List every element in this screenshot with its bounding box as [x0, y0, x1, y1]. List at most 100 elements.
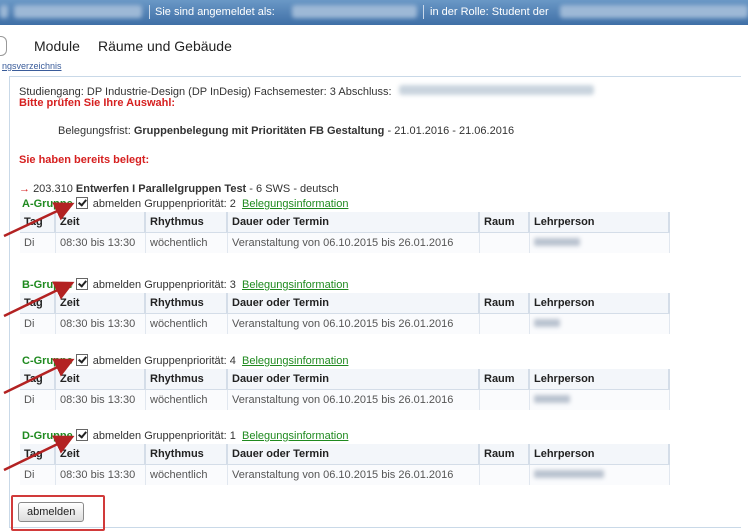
- cell-raum: [480, 233, 530, 253]
- course-line: → 203.310 Entwerfen I Parallelgruppen Te…: [19, 183, 339, 195]
- deadline-value: Gruppenbelegung mit Prioritäten FB Gesta…: [133, 125, 385, 137]
- col-header: Lehrperson: [530, 444, 670, 465]
- cell-dauer: Veranstaltung von 06.10.2015 bis 26.01.2…: [228, 390, 480, 410]
- col-header: Tag: [20, 212, 56, 233]
- col-header: Dauer oder Termin: [228, 444, 480, 465]
- group-name: D-Gruppe: [22, 430, 73, 442]
- main-navigation: Module Räume und Gebäude: [0, 33, 748, 56]
- cell-rhythmus: wöchentlich: [146, 314, 228, 334]
- table-row: Di 08:30 bis 13:30 wöchentlich Veranstal…: [20, 233, 670, 253]
- cell-zeit: 08:30 bis 13:30: [56, 233, 146, 253]
- col-header: Zeit: [56, 369, 146, 390]
- schedule-table: Tag Zeit Rhythmus Dauer oder Termin Raum…: [20, 444, 670, 485]
- table-header-row: Tag Zeit Rhythmus Dauer oder Termin Raum…: [20, 444, 670, 465]
- group-name: C-Gruppe: [22, 355, 73, 367]
- role-label: in der Rolle: Student der: [430, 6, 549, 18]
- booking-info-link[interactable]: Belegungsinformation: [242, 430, 348, 442]
- deadline-label: Belegungsfrist:: [58, 125, 131, 137]
- col-header: Tag: [20, 293, 56, 314]
- col-header: Zeit: [56, 293, 146, 314]
- booking-panel: Studiengang: DP Industrie-Design (DP InD…: [9, 76, 741, 531]
- arrow-right-icon: →: [19, 183, 30, 195]
- cell-raum: [480, 390, 530, 410]
- table-header-row: Tag Zeit Rhythmus Dauer oder Termin Raum…: [20, 212, 670, 233]
- group-priority: Gruppenpriorität: 1: [144, 430, 236, 442]
- tab-module[interactable]: Module: [34, 38, 80, 54]
- redacted-text: [0, 5, 8, 18]
- schedule-table: Tag Zeit Rhythmus Dauer oder Termin Raum…: [20, 293, 670, 334]
- col-header: Tag: [20, 369, 56, 390]
- booking-info-link[interactable]: Belegungsinformation: [242, 198, 348, 210]
- breadcrumb-link[interactable]: ngsverzeichnis: [2, 61, 62, 71]
- group-header: B-Gruppe abmelden Gruppenpriorität: 3 Be…: [22, 278, 348, 291]
- cell-tag: Di: [20, 314, 56, 334]
- check-notice: Bitte prüfen Sie Ihre Auswahl:: [19, 97, 176, 109]
- cell-rhythmus: wöchentlich: [146, 390, 228, 410]
- col-header: Raum: [480, 444, 530, 465]
- cell-zeit: 08:30 bis 13:30: [56, 465, 146, 485]
- course-number: 203.310: [33, 183, 73, 195]
- table-row: Di 08:30 bis 13:30 wöchentlich Veranstal…: [20, 390, 670, 410]
- checkbox-checked[interactable]: [75, 197, 88, 209]
- group-header: C-Gruppe abmelden Gruppenpriorität: 4 Be…: [22, 354, 348, 367]
- cell-tag: Di: [20, 465, 56, 485]
- already-booked-heading: Sie haben bereits belegt:: [19, 154, 150, 166]
- redacted-text: [14, 5, 142, 18]
- table-row: Di 08:30 bis 13:30 wöchentlich Veranstal…: [20, 314, 670, 334]
- divider: [149, 5, 150, 19]
- course-title: Entwerfen I Parallelgruppen Test: [75, 183, 247, 195]
- deregister-label: abmelden: [92, 355, 142, 367]
- logged-in-label: Sie sind angemeldet als:: [155, 6, 275, 18]
- highlight-box: abmelden: [11, 495, 105, 531]
- col-header: Raum: [480, 212, 530, 233]
- cell-tag: Di: [20, 390, 56, 410]
- group-priority: Gruppenpriorität: 4: [144, 355, 236, 367]
- cell-lehrperson: [530, 233, 670, 253]
- col-header: Zeit: [56, 444, 146, 465]
- booking-info-link[interactable]: Belegungsinformation: [242, 279, 348, 291]
- divider: [423, 5, 424, 19]
- col-header: Rhythmus: [146, 369, 228, 390]
- redacted-lecturer: [534, 238, 580, 246]
- cell-rhythmus: wöchentlich: [146, 233, 228, 253]
- col-header: Rhythmus: [146, 444, 228, 465]
- col-header: Tag: [20, 444, 56, 465]
- col-header: Raum: [480, 369, 530, 390]
- redacted-username: [292, 5, 417, 18]
- cell-lehrperson: [530, 465, 670, 485]
- cell-tag: Di: [20, 233, 56, 253]
- deregister-label: abmelden: [92, 430, 142, 442]
- redacted-lecturer: [534, 319, 560, 327]
- deregister-button[interactable]: abmelden: [18, 502, 85, 522]
- booking-info-link[interactable]: Belegungsinformation: [242, 355, 348, 367]
- col-header: Lehrperson: [530, 293, 670, 314]
- cell-lehrperson: [530, 314, 670, 334]
- cell-raum: [480, 314, 530, 334]
- cell-dauer: Veranstaltung von 06.10.2015 bis 26.01.2…: [228, 465, 480, 485]
- cell-zeit: 08:30 bis 13:30: [56, 390, 146, 410]
- cell-raum: [480, 465, 530, 485]
- checkbox-checked[interactable]: [75, 354, 88, 366]
- checkbox-checked[interactable]: [75, 278, 88, 290]
- group-name: A-Gruppe: [22, 198, 73, 210]
- group-header: D-Gruppe abmelden Gruppenpriorität: 1 Be…: [22, 429, 348, 442]
- redacted-degree: [398, 85, 594, 95]
- deregister-label: abmelden: [92, 279, 142, 291]
- checkbox-checked[interactable]: [75, 429, 88, 441]
- cell-zeit: 08:30 bis 13:30: [56, 314, 146, 334]
- redacted-lecturer: [534, 470, 604, 478]
- group-priority: Gruppenpriorität: 3: [144, 279, 236, 291]
- cell-rhythmus: wöchentlich: [146, 465, 228, 485]
- redacted-role: [560, 5, 748, 18]
- col-header: Rhythmus: [146, 212, 228, 233]
- deregister-label: abmelden: [92, 198, 142, 210]
- group-name: B-Gruppe: [22, 279, 73, 291]
- cell-dauer: Veranstaltung von 06.10.2015 bis 26.01.2…: [228, 233, 480, 253]
- table-header-row: Tag Zeit Rhythmus Dauer oder Termin Raum…: [20, 369, 670, 390]
- tab-raeume-und-gebaeude[interactable]: Räume und Gebäude: [98, 38, 232, 54]
- table-header-row: Tag Zeit Rhythmus Dauer oder Termin Raum…: [20, 293, 670, 314]
- col-header: Lehrperson: [530, 212, 670, 233]
- col-header: Lehrperson: [530, 369, 670, 390]
- deadline-dates: - 21.01.2016 - 21.06.2016: [387, 125, 515, 137]
- top-status-bar: Sie sind angemeldet als: in der Rolle: S…: [0, 0, 748, 25]
